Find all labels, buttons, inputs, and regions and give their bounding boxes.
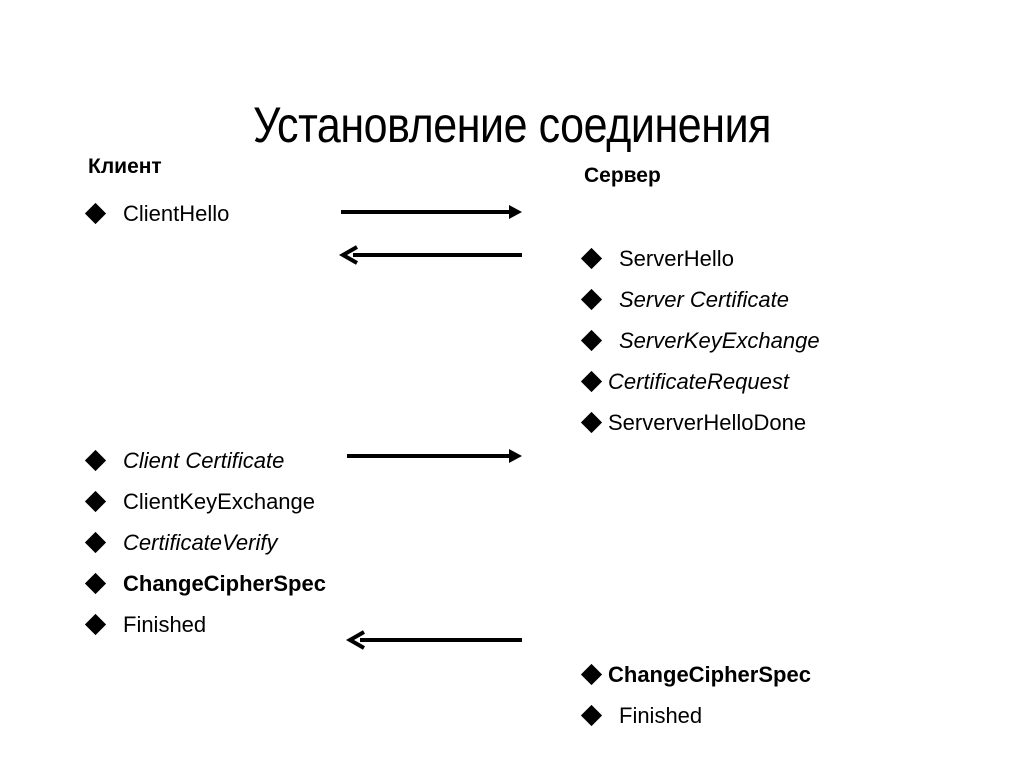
- diamond-bullet-icon: [84, 572, 107, 595]
- diamond-bullet-icon: [580, 704, 603, 727]
- list-item: Finished: [84, 604, 326, 645]
- list-item: ChangeCipherSpec: [580, 654, 811, 695]
- list-item: ServerHello: [580, 238, 820, 279]
- list-item: Finished: [580, 695, 811, 736]
- message-label: ServerKeyExchange: [619, 327, 820, 353]
- diamond-bullet-icon: [580, 370, 603, 393]
- list-item: CertificateRequest: [580, 361, 820, 402]
- list-item: ClientHello: [84, 193, 230, 234]
- page-title: Установление соединения: [252, 96, 772, 153]
- message-label: Finished: [123, 611, 207, 637]
- diamond-bullet-icon: [580, 663, 603, 686]
- list-item: SerververHelloDone: [580, 402, 820, 443]
- diamond-bullet-icon: [84, 202, 107, 225]
- message-label: ClientKeyExchange: [123, 488, 316, 514]
- message-label: CertificateRequest: [608, 368, 789, 394]
- diamond-bullet-icon: [580, 247, 603, 270]
- arrow-client-to-server-2: [347, 445, 525, 467]
- message-label: Finished: [619, 702, 703, 728]
- slide-canvas: Установление соединения Клиент Сервер Cl…: [0, 0, 1024, 768]
- diamond-bullet-icon: [84, 490, 107, 513]
- arrow-server-to-client-2: [345, 629, 525, 651]
- message-label: ClientHello: [123, 200, 230, 226]
- message-label: SerververHelloDone: [608, 409, 807, 435]
- message-label: ServerHello: [619, 245, 734, 271]
- message-label: Server Certificate: [619, 286, 789, 312]
- list-item: ServerKeyExchange: [580, 320, 820, 361]
- client-message-list-top: ClientHello: [84, 193, 230, 234]
- message-label: ChangeCipherSpec: [123, 570, 326, 596]
- diamond-bullet-icon: [84, 449, 107, 472]
- diamond-bullet-icon: [580, 329, 603, 352]
- message-label: CertificateVerify: [123, 529, 278, 555]
- client-message-list-bottom: Client Certificate ClientKeyExchange Cer…: [84, 440, 326, 645]
- diamond-bullet-icon: [84, 531, 107, 554]
- arrow-server-to-client-1: [338, 244, 525, 266]
- list-item: ChangeCipherSpec: [84, 563, 326, 604]
- list-item: ClientKeyExchange: [84, 481, 326, 522]
- list-item: Server Certificate: [580, 279, 820, 320]
- list-item: Client Certificate: [84, 440, 326, 481]
- server-column-header: Сервер: [584, 164, 661, 187]
- server-message-list-top: ServerHello Server Certificate ServerKey…: [580, 238, 820, 443]
- client-column-header: Клиент: [88, 155, 162, 178]
- list-item: CertificateVerify: [84, 522, 326, 563]
- diamond-bullet-icon: [580, 411, 603, 434]
- message-label: ChangeCipherSpec: [608, 661, 811, 687]
- arrow-client-to-server-1: [341, 201, 525, 223]
- diamond-bullet-icon: [580, 288, 603, 311]
- message-label: Client Certificate: [123, 447, 285, 473]
- server-message-list-bottom: ChangeCipherSpec Finished: [580, 654, 811, 736]
- diamond-bullet-icon: [84, 613, 107, 636]
